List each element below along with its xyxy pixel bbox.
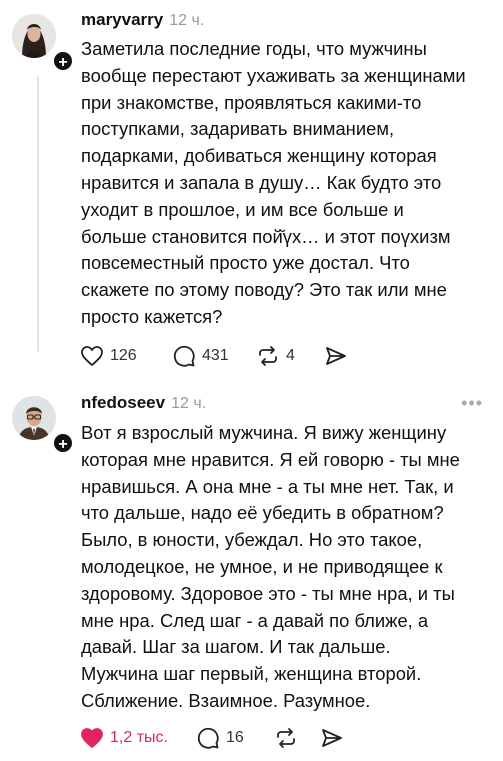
avatar-maryvarry[interactable]: + bbox=[12, 14, 74, 72]
follow-plus-icon[interactable]: + bbox=[52, 432, 74, 454]
post-actions: 1,2 тыс. 16 bbox=[80, 726, 344, 750]
share-send-icon bbox=[322, 729, 342, 747]
comment-button[interactable]: 16 bbox=[196, 726, 274, 750]
post-actions: 126 431 4 bbox=[80, 344, 348, 368]
text-line: Сближение. Взаимное. Разумное. bbox=[81, 689, 371, 711]
text-line: что дальше, надо её убедить в обратном? bbox=[81, 502, 444, 524]
repost-icon bbox=[277, 728, 295, 748]
post-header: maryvarry 12 ч. bbox=[81, 10, 204, 32]
post-header: nfedoseev 12 ч. bbox=[81, 393, 206, 415]
text-line: вообще перестают ухаживать за женщинами bbox=[81, 64, 466, 86]
text-line: при знакомстве, проявляться какими-то bbox=[81, 91, 422, 113]
text-line: здоровому. Здоровое это - ты мне нра, и … bbox=[81, 582, 455, 604]
heart-icon bbox=[81, 346, 103, 366]
text-line: Мужчина шаг первый, женщина второй. bbox=[81, 663, 422, 685]
text-line: Заметила последние годы, что мужчины bbox=[81, 38, 427, 59]
like-count: 126 bbox=[110, 347, 137, 364]
post-text: Заметила последние годы, что мужчины воо… bbox=[81, 36, 501, 331]
thread-line bbox=[37, 76, 39, 352]
more-options-icon[interactable]: ••• bbox=[461, 393, 483, 414]
heart-filled-icon bbox=[81, 728, 103, 748]
like-count: 1,2 тыс. bbox=[110, 729, 168, 746]
text-line: подарками, добиваться женщину которая bbox=[81, 145, 437, 167]
text-line: больше становится пой̆үх… и этот поүхизм bbox=[81, 225, 451, 247]
share-button[interactable] bbox=[320, 727, 344, 749]
share-button[interactable] bbox=[324, 345, 348, 367]
text-line: уходит в прошлое, и им все больше и bbox=[81, 198, 404, 220]
text-line: давай. Шаг за шагом. И так дальше. bbox=[81, 636, 391, 658]
text-line: которая мне нравится. Я ей говорю - ты м… bbox=[81, 448, 460, 470]
text-line: поступками, задаривать вниманием, bbox=[81, 118, 395, 140]
follow-plus-icon[interactable]: + bbox=[52, 50, 74, 72]
post-text: Вот я взрослый мужчина. Я вижу женщину к… bbox=[81, 420, 501, 715]
text-line: Вот я взрослый мужчина. Я вижу женщину bbox=[81, 422, 447, 443]
text-line: просто кажется? bbox=[81, 305, 223, 327]
text-line: скажете по этому поводу? Это так или мне bbox=[81, 279, 447, 301]
share-send-icon bbox=[326, 347, 346, 365]
like-button[interactable]: 126 bbox=[80, 345, 172, 367]
username[interactable]: maryvarry bbox=[81, 10, 163, 30]
repost-icon bbox=[259, 346, 277, 366]
comment-button[interactable]: 431 bbox=[172, 344, 256, 368]
timestamp: 12 ч. bbox=[171, 395, 207, 412]
comment-bubble-icon bbox=[173, 345, 195, 367]
comment-count: 431 bbox=[202, 347, 229, 364]
text-line: Было, в юности, убеждал. Но это такое, bbox=[81, 529, 423, 551]
repost-button[interactable] bbox=[274, 726, 320, 750]
text-line: молодецкое, не умное, и не приводящее к bbox=[81, 555, 443, 577]
comment-bubble-icon bbox=[197, 727, 219, 749]
timestamp: 12 ч. bbox=[169, 12, 205, 29]
repost-button[interactable]: 4 bbox=[256, 344, 324, 368]
comment-count: 16 bbox=[226, 729, 244, 746]
text-line: мне нра. След шаг - а давай по ближе, а bbox=[81, 609, 429, 631]
username[interactable]: nfedoseev bbox=[81, 393, 165, 413]
text-line: повсеместный просто уже достал. Что bbox=[81, 252, 410, 274]
text-line: нравится и запала в душу… Как будто это bbox=[81, 171, 442, 193]
repost-count: 4 bbox=[286, 347, 295, 364]
text-line: нравишься. А она мне - а ты мне нет. Так… bbox=[81, 475, 454, 497]
avatar-nfedoseev[interactable]: + bbox=[12, 396, 74, 454]
like-button[interactable]: 1,2 тыс. bbox=[80, 727, 196, 749]
